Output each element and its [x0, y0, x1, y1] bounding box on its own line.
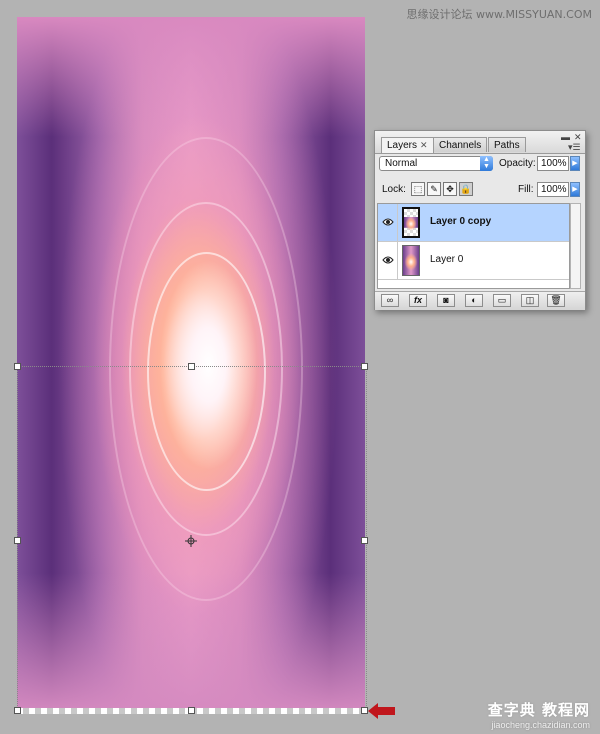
- adjustment-icon[interactable]: ◐: [465, 294, 483, 307]
- fx-icon[interactable]: fx: [409, 294, 427, 307]
- transform-center-icon[interactable]: [185, 535, 197, 547]
- group-icon[interactable]: ▭: [493, 294, 511, 307]
- minimize-icon[interactable]: ▬: [561, 132, 570, 142]
- mask-icon[interactable]: ◙: [437, 294, 455, 307]
- opacity-label: Opacity:: [499, 158, 536, 169]
- transform-handle-bottom-center[interactable]: [188, 707, 195, 714]
- eye-icon[interactable]: [382, 255, 394, 265]
- fill-arrow-icon[interactable]: ▶: [570, 182, 580, 197]
- lock-pixels-icon[interactable]: ✎: [427, 182, 441, 196]
- panel-menu-icon[interactable]: ▾☰: [568, 142, 581, 153]
- panel-tab-bar: Layers ✕ Channels Paths ▬ ✕ ▾☰: [375, 131, 585, 154]
- red-arrow-icon: [368, 703, 395, 719]
- visibility-cell[interactable]: [378, 204, 398, 241]
- tab-layers-label: Layers: [387, 140, 418, 151]
- watermark-bottom: 查字典 教程网 jiaocheng.chazidian.com: [488, 699, 590, 730]
- transform-handle-middle-left[interactable]: [14, 537, 21, 544]
- tab-channels-label: Channels: [439, 140, 482, 151]
- layer-row[interactable]: Layer 0: [378, 242, 569, 280]
- layer-thumbnail: [402, 245, 420, 276]
- lock-all-icon[interactable]: 🔒: [459, 182, 473, 196]
- layers-scrollbar[interactable]: [570, 203, 581, 289]
- watermark-bottom-main: 查字典 教程网: [487, 701, 590, 719]
- opacity-arrow-icon[interactable]: ▶: [570, 156, 580, 171]
- layer-name: Layer 0 copy: [430, 216, 492, 227]
- lock-label: Lock:: [382, 184, 406, 195]
- canvas-top-shade: [17, 17, 365, 137]
- transform-handle-top-center[interactable]: [188, 363, 195, 370]
- opacity-field[interactable]: 100%: [537, 156, 569, 171]
- panel-bottom-bar: ∞ fx ◙ ◐ ▭ ◫ 🗑: [375, 291, 585, 310]
- close-icon[interactable]: ✕: [420, 140, 428, 150]
- select-arrows-icon[interactable]: ▲ ▼: [480, 156, 493, 171]
- watermark-bottom-url: jiaocheng.chazidian.com: [491, 720, 590, 730]
- eye-icon[interactable]: [382, 217, 394, 227]
- blend-mode-value: Normal: [385, 158, 418, 169]
- tab-paths[interactable]: Paths: [488, 137, 526, 152]
- blend-mode-select[interactable]: Normal ▲ ▼: [379, 156, 493, 171]
- visibility-cell[interactable]: [378, 242, 398, 279]
- layers-panel: Layers ✕ Channels Paths ▬ ✕ ▾☰ Normal ▲ ▼ …: [374, 130, 586, 310]
- layer-name: Layer 0: [430, 254, 464, 265]
- fill-label: Fill:: [518, 184, 534, 195]
- layers-list: Layer 0 copy Layer 0: [377, 203, 570, 289]
- transform-handle-top-right[interactable]: [361, 363, 368, 370]
- transform-handle-bottom-right[interactable]: [361, 707, 368, 714]
- tab-paths-label: Paths: [494, 140, 520, 151]
- layer-row[interactable]: Layer 0 copy: [378, 204, 569, 242]
- layer-thumbnail: [402, 207, 420, 238]
- new-layer-icon[interactable]: ◫: [521, 294, 539, 307]
- link-icon[interactable]: ∞: [381, 294, 399, 307]
- lock-transparency-icon[interactable]: ⬚: [411, 182, 425, 196]
- transform-handle-top-left[interactable]: [14, 363, 21, 370]
- trash-icon[interactable]: 🗑: [547, 294, 565, 307]
- lock-position-icon[interactable]: ✥: [443, 182, 457, 196]
- watermark-top: 思缘设计论坛 www.MISSYUAN.COM: [406, 8, 592, 21]
- tab-channels[interactable]: Channels: [433, 137, 488, 152]
- tab-layers[interactable]: Layers ✕: [381, 137, 434, 153]
- transform-handle-bottom-left[interactable]: [14, 707, 21, 714]
- fill-field[interactable]: 100%: [537, 182, 569, 197]
- transform-handle-middle-right[interactable]: [361, 537, 368, 544]
